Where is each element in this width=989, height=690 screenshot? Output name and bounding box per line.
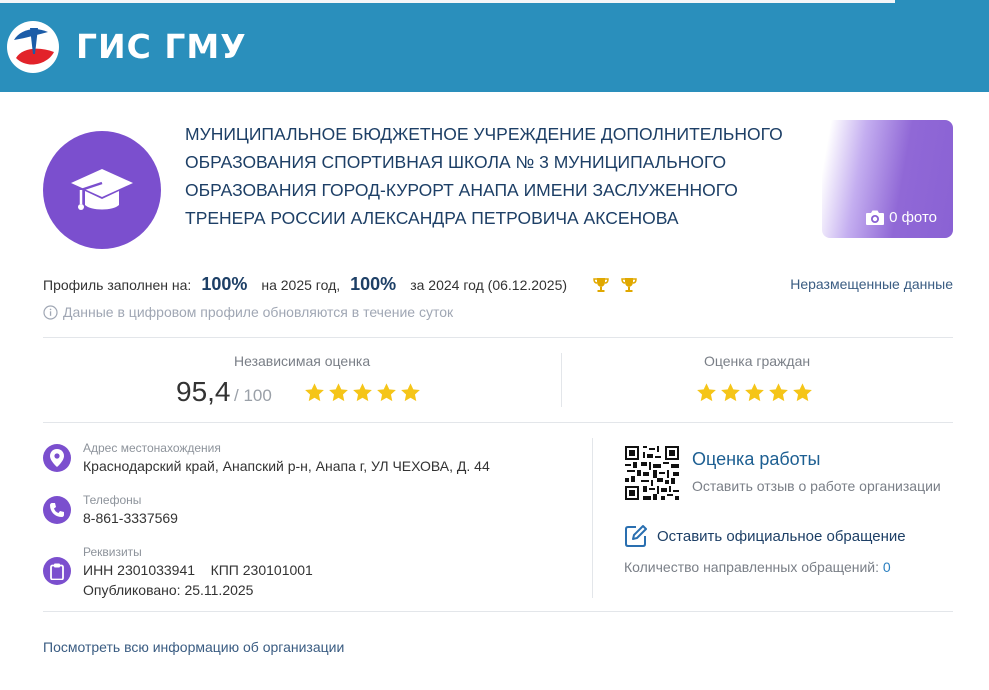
official-appeal-link[interactable]: Оставить официальное обращение [657,528,906,545]
trophy-icon [621,277,637,292]
phone-icon [50,503,64,517]
star-icon [769,383,788,402]
org-avatar [43,131,161,249]
view-all-info-link[interactable]: Посмотреть всю информацию об организации [43,639,344,655]
address-icon-wrap [43,444,71,472]
independent-rating-max: / 100 [234,386,272,405]
phones-label: Телефоны [83,493,142,507]
info-note-text: Данные в цифровом профиле обновляются в … [63,304,454,320]
divider [43,611,953,612]
published-date: Опубликовано: 25.11.2025 [83,582,254,598]
profile-filled-label: Профиль заполнен на: [43,276,192,293]
star-icon [721,383,740,402]
star-icon [745,383,764,402]
address-value: Краснодарский край, Анапский р-н, Анапа … [83,458,490,474]
clipboard-icon [50,563,64,580]
requisites-label: Реквизиты [83,545,142,559]
independent-rating-stars [304,382,421,403]
profile-pct-2024: 100% [350,274,397,294]
edit-icon[interactable] [624,524,648,548]
logo-text[interactable]: ГИС ГМУ [76,27,247,66]
profile-year-2025: на 2025 год, [261,276,341,293]
qr-code-icon[interactable] [625,446,679,500]
rate-work-subtitle: Оставить отзыв о работе организации [692,478,941,494]
photo-count-label: 0 фото [889,209,937,226]
appeal-count: Количество направленных обращений: 0 [624,559,891,575]
unplaced-data-link[interactable]: Неразмещенные данные [790,276,953,292]
header-topline [0,0,895,3]
camera-icon [866,210,885,225]
photo-gallery[interactable]: 0 фото [822,120,953,238]
top-header: ГИС ГМУ [0,0,989,92]
divider [43,422,953,423]
star-icon [401,383,420,402]
trophy-icon [593,277,609,292]
phone-icon-wrap [43,496,71,524]
gis-gmu-logo-icon[interactable] [4,18,62,76]
profile-pct-2025: 100% [201,274,248,294]
appeal-count-value[interactable]: 0 [883,559,891,575]
profile-update-note: Данные в цифровом профиле обновляются в … [43,304,453,320]
profile-filled-row: Профиль заполнен на: 100% на 2025 год, 1… [43,274,637,295]
citizens-rating-stars[interactable] [696,382,813,403]
org-title: МУНИЦИПАЛЬНОЕ БЮДЖЕТНОЕ УЧРЕЖДЕНИЕ ДОПОЛ… [185,124,783,228]
rate-work-link[interactable]: Оценка работы [692,449,820,470]
info-icon [43,304,58,320]
independent-rating-label: Независимая оценка [234,353,371,369]
citizens-rating-label: Оценка граждан [704,353,811,369]
star-icon [353,383,372,402]
requisites-value: ИНН 2301033941 КПП 230101001 [83,562,313,578]
contacts-divider [592,438,593,598]
phones-value[interactable]: 8-861-3337569 [83,510,178,526]
photo-count[interactable]: 0 фото [865,209,937,226]
divider [43,337,953,338]
star-icon [377,383,396,402]
address-label: Адрес местонахождения [83,441,221,455]
location-pin-icon [50,449,64,467]
appeal-count-label: Количество направленных обращений: [624,559,880,575]
independent-rating-value: 95,4 [176,376,231,407]
star-icon [697,383,716,402]
graduation-cap-icon [71,169,133,210]
star-icon [305,383,324,402]
star-icon [793,383,812,402]
star-icon [329,383,348,402]
requisites-icon-wrap [43,557,71,585]
profile-year-2024: за 2024 год (06.12.2025) [410,276,568,293]
ratings-divider [561,353,562,407]
